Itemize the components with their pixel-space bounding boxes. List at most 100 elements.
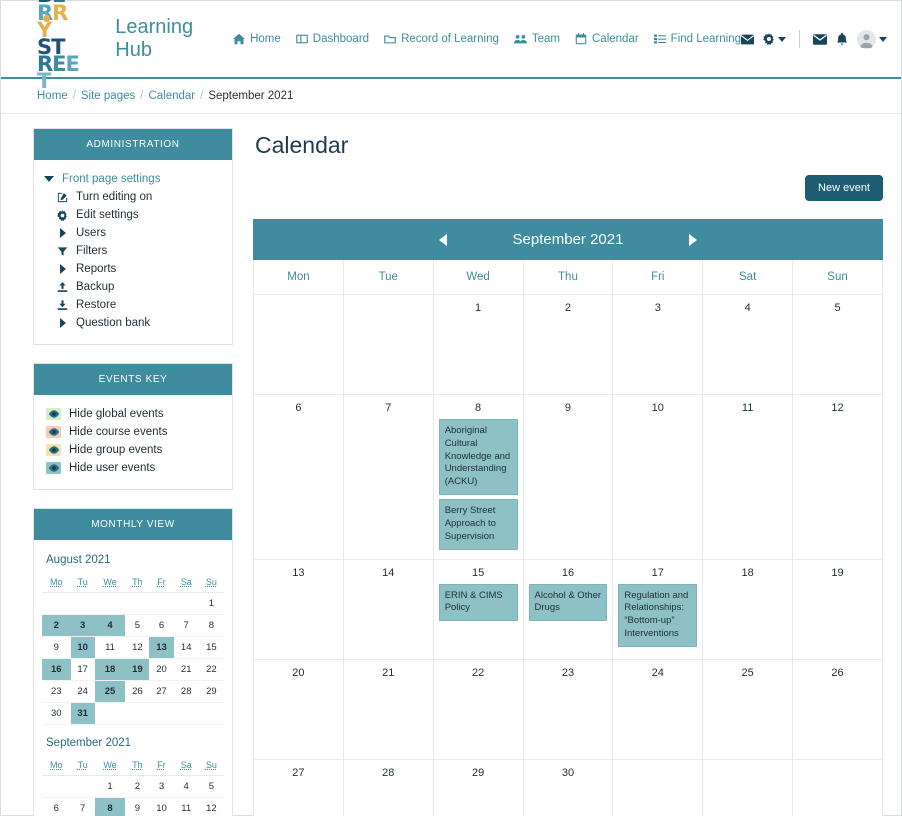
calendar-day-cell[interactable]: 26 bbox=[792, 658, 883, 760]
mini-day-cell[interactable]: 1 bbox=[199, 593, 224, 615]
mini-day-cell[interactable]: 3 bbox=[149, 776, 173, 798]
calendar-day-cell[interactable]: 4 bbox=[702, 294, 794, 395]
mini-day-cell[interactable]: 6 bbox=[149, 615, 173, 637]
mini-day-cell[interactable]: 17 bbox=[71, 659, 95, 681]
calendar-day-cell[interactable]: 6 bbox=[253, 394, 344, 560]
calendar-day-cell[interactable]: 21 bbox=[342, 658, 434, 760]
calendar-day-cell[interactable]: 12 bbox=[792, 394, 883, 560]
breadcrumb-item-site-pages[interactable]: Site pages bbox=[81, 90, 135, 102]
calendar-day-cell[interactable]: 24 bbox=[612, 658, 704, 760]
calendar-day-cell[interactable]: 18 bbox=[702, 558, 794, 660]
calendar-day-cell[interactable]: 27 bbox=[253, 758, 344, 816]
sidebar-item-reports[interactable]: Reports bbox=[42, 260, 224, 278]
nav-item-find-learning[interactable]: Find Learning bbox=[653, 33, 741, 45]
mini-day-cell[interactable]: 5 bbox=[199, 776, 224, 798]
mini-day-cell[interactable]: 8 bbox=[94, 797, 126, 816]
mini-day-cell[interactable]: 11 bbox=[95, 637, 126, 659]
envelope-icon[interactable] bbox=[741, 34, 754, 45]
mini-day-cell[interactable]: 27 bbox=[149, 681, 173, 703]
breadcrumb-item-calendar[interactable]: Calendar bbox=[148, 90, 195, 102]
nav-item-team[interactable]: Team bbox=[513, 33, 560, 45]
mini-day-cell[interactable]: 9 bbox=[42, 637, 71, 659]
mini-day-cell[interactable]: 23 bbox=[42, 681, 71, 703]
mini-day-cell[interactable]: 15 bbox=[199, 637, 224, 659]
events-key-hide-course[interactable]: Hide course events bbox=[42, 423, 224, 441]
mini-day-cell[interactable]: 9 bbox=[125, 798, 149, 816]
mini-day-cell[interactable]: 21 bbox=[174, 659, 199, 681]
avatar[interactable] bbox=[857, 29, 887, 49]
calendar-event[interactable]: Alcohol & Other Drugs bbox=[528, 583, 608, 622]
mini-day-cell[interactable]: 3 bbox=[70, 614, 95, 637]
sidebar-item-turn-editing-on[interactable]: Turn editing on bbox=[42, 188, 224, 206]
nav-item-dashboard[interactable]: Dashboard bbox=[295, 33, 369, 45]
mini-day-cell[interactable]: 12 bbox=[199, 798, 224, 816]
calendar-day-cell[interactable]: 17 Regulation and Relationships: “Bottom-… bbox=[612, 558, 704, 660]
mini-day-cell[interactable]: 10 bbox=[149, 798, 173, 816]
berry-street-logo[interactable]: BERRY STREET bbox=[37, 0, 80, 92]
mini-day-cell[interactable]: 7 bbox=[71, 798, 95, 816]
bell-icon[interactable] bbox=[836, 32, 848, 46]
calendar-day-cell[interactable]: 20 bbox=[253, 658, 344, 760]
mini-day-cell[interactable]: 24 bbox=[71, 681, 95, 703]
calendar-day-cell[interactable]: 25 bbox=[702, 658, 794, 760]
mini-day-cell[interactable]: 14 bbox=[174, 637, 199, 659]
mini-day-cell[interactable]: 19 bbox=[125, 658, 150, 681]
calendar-day-cell[interactable]: 30 bbox=[522, 758, 614, 816]
calendar-day-cell[interactable]: 28 bbox=[342, 758, 434, 816]
mini-day-cell[interactable]: 13 bbox=[149, 636, 174, 659]
calendar-day-cell[interactable]: 7 bbox=[342, 394, 434, 560]
sidebar-item-backup[interactable]: Backup bbox=[42, 278, 224, 296]
mini-day-cell[interactable]: 7 bbox=[174, 615, 199, 637]
calendar-day-cell[interactable]: 3 bbox=[612, 294, 704, 395]
mini-day-cell[interactable]: 20 bbox=[149, 659, 173, 681]
calendar-event[interactable]: Regulation and Relationships: “Bottom-up… bbox=[618, 583, 698, 647]
mini-day-cell[interactable]: 11 bbox=[174, 798, 199, 816]
mini-day-cell[interactable]: 8 bbox=[199, 615, 224, 637]
mini-day-cell[interactable]: 2 bbox=[125, 776, 149, 798]
mini-day-cell[interactable]: 5 bbox=[125, 615, 149, 637]
calendar-day-cell[interactable]: 2 bbox=[522, 294, 614, 395]
calendar-day-cell[interactable]: 29 bbox=[432, 758, 524, 816]
gear-icon[interactable] bbox=[763, 33, 786, 45]
calendar-day-cell[interactable]: 16 Alcohol & Other Drugs bbox=[522, 558, 614, 660]
mail-icon[interactable] bbox=[813, 33, 827, 45]
mini-day-cell[interactable]: 2 bbox=[42, 614, 71, 637]
sidebar-item-question-bank[interactable]: Question bank bbox=[42, 314, 224, 332]
sidebar-item-users[interactable]: Users bbox=[42, 224, 224, 242]
mini-day-cell[interactable]: 30 bbox=[42, 703, 71, 725]
mini-day-cell[interactable]: 29 bbox=[199, 681, 224, 703]
calendar-day-cell[interactable]: 5 bbox=[792, 294, 883, 395]
new-event-button[interactable]: New event bbox=[805, 175, 883, 201]
mini-day-cell[interactable]: 6 bbox=[42, 798, 71, 816]
calendar-day-cell[interactable]: 11 bbox=[702, 394, 794, 560]
calendar-event[interactable]: Aboriginal Cultural Knowledge and Unders… bbox=[438, 419, 518, 496]
calendar-day-cell[interactable]: 15 ERIN & CIMS Policy bbox=[432, 558, 524, 660]
calendar-day-cell[interactable]: 9 bbox=[522, 394, 614, 560]
sidebar-item-edit-settings[interactable]: Edit settings bbox=[42, 206, 224, 224]
mini-day-cell[interactable]: 10 bbox=[70, 636, 95, 659]
calendar-day-cell[interactable]: 14 bbox=[342, 558, 434, 660]
events-key-hide-user[interactable]: Hide user events bbox=[42, 459, 224, 477]
calendar-day-cell[interactable]: 10 bbox=[612, 394, 704, 560]
prev-month-arrow-icon[interactable] bbox=[438, 233, 447, 246]
sidebar-item-restore[interactable]: Restore bbox=[42, 296, 224, 314]
mini-day-cell[interactable]: 12 bbox=[125, 637, 149, 659]
nav-item-record-of-learning[interactable]: Record of Learning bbox=[384, 33, 499, 45]
calendar-day-cell[interactable]: 22 bbox=[432, 658, 524, 760]
events-key-hide-group[interactable]: Hide group events bbox=[42, 441, 224, 459]
events-key-hide-global[interactable]: Hide global events bbox=[42, 405, 224, 423]
calendar-day-cell[interactable]: 13 bbox=[253, 558, 344, 660]
mini-day-cell[interactable]: 28 bbox=[174, 681, 199, 703]
mini-day-cell[interactable]: 16 bbox=[42, 658, 71, 681]
nav-item-calendar[interactable]: Calendar bbox=[575, 33, 639, 45]
admin-root-front-page-settings[interactable]: Front page settings bbox=[42, 170, 224, 188]
nav-item-home[interactable]: Home bbox=[233, 33, 281, 45]
next-month-arrow-icon[interactable] bbox=[689, 233, 698, 246]
calendar-event[interactable]: Berry Street Approach to Supervision bbox=[438, 499, 518, 550]
calendar-day-cell[interactable]: 8 Aboriginal Cultural Knowledge and Under… bbox=[432, 394, 524, 560]
mini-day-cell[interactable]: 26 bbox=[125, 681, 149, 703]
calendar-day-cell[interactable]: 23 bbox=[522, 658, 614, 760]
mini-day-cell[interactable]: 4 bbox=[94, 614, 126, 637]
mini-day-cell[interactable]: 31 bbox=[70, 702, 95, 725]
mini-day-cell[interactable]: 18 bbox=[94, 658, 126, 681]
